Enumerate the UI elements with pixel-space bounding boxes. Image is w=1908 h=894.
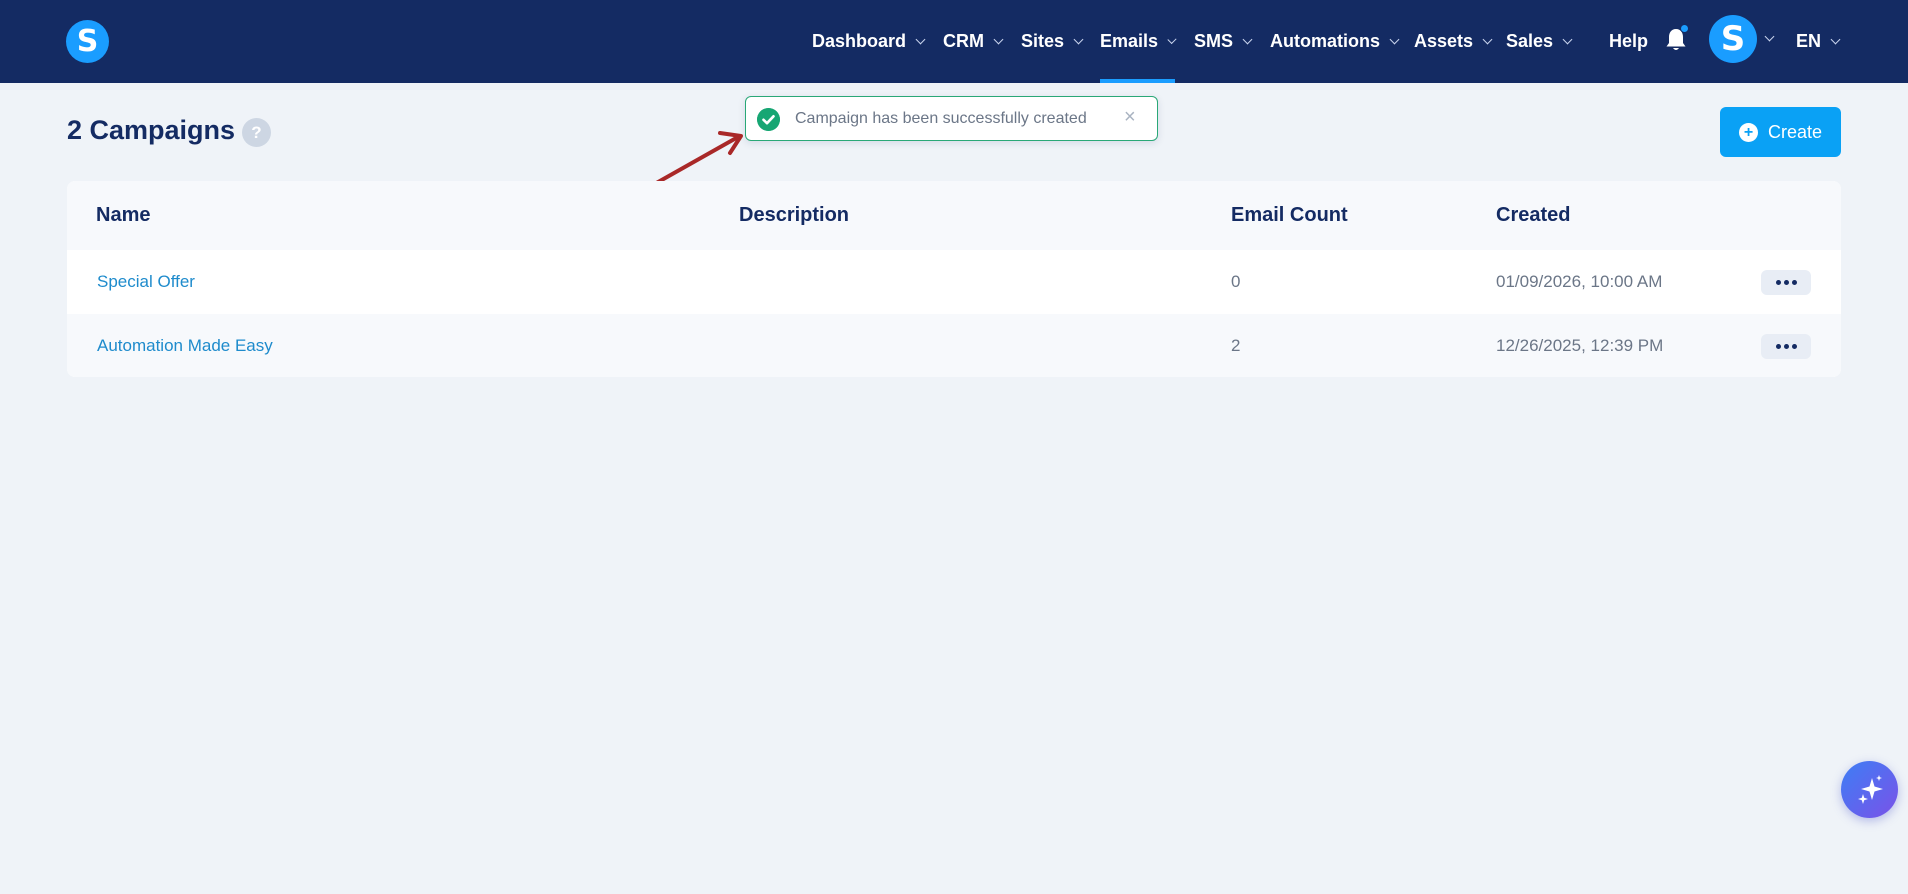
ellipsis-dot	[1775, 344, 1781, 349]
nav-sms-label: SMS	[1194, 31, 1234, 51]
chevron-down-icon	[1482, 34, 1493, 44]
table-header: Name Description Email Count Created	[67, 181, 1841, 250]
chevron-down-icon	[1167, 34, 1177, 44]
nav-automations-label: Automations	[1270, 31, 1380, 51]
nav-sales[interactable]: Sales	[1506, 0, 1573, 83]
campaign-email-count: 2	[1231, 336, 1241, 355]
create-button-label: Create	[1767, 121, 1823, 142]
check-circle-icon	[757, 108, 780, 131]
ellipsis-dot	[1783, 344, 1789, 349]
campaigns-table: Name Description Email Count Created Spe…	[67, 181, 1841, 377]
ellipsis-dot	[1783, 280, 1789, 285]
page-title: 2 Campaigns	[67, 115, 236, 145]
chevron-down-icon	[993, 34, 1004, 44]
nav-assets[interactable]: Assets	[1414, 0, 1493, 83]
success-toast: Campaign has been successfully created ×	[745, 96, 1158, 141]
chevron-down-icon	[1389, 34, 1400, 44]
column-header-created[interactable]: Created	[1496, 204, 1570, 227]
nav-sms[interactable]: SMS	[1194, 0, 1253, 83]
table-row[interactable]: Automation Made Easy 2 12/26/2025, 12:39…	[67, 314, 1841, 377]
table-row[interactable]: Special Offer 0 01/09/2026, 10:00 AM	[67, 250, 1841, 314]
more-actions-button[interactable]	[1761, 334, 1811, 359]
ellipsis-dot	[1775, 280, 1781, 285]
nav-dashboard[interactable]: Dashboard	[812, 0, 926, 83]
nav-help[interactable]: Help	[1609, 0, 1648, 83]
sparkles-icon	[1858, 775, 1883, 804]
nav-sites[interactable]: Sites	[1021, 0, 1084, 83]
language-label: EN	[1796, 31, 1822, 51]
nav-sales-label: Sales	[1506, 31, 1554, 51]
ellipsis-dot	[1791, 280, 1797, 285]
column-header-email-count[interactable]: Email Count	[1231, 204, 1348, 227]
nav-dashboard-label: Dashboard	[812, 31, 907, 51]
ellipsis-dot	[1791, 344, 1797, 349]
campaign-name-link[interactable]: Special Offer	[97, 272, 195, 292]
nav-emails-label: Emails	[1100, 31, 1159, 51]
language-selector[interactable]: EN	[1796, 0, 1841, 83]
plus-circle-icon: +	[1738, 122, 1758, 142]
nav-emails[interactable]: Emails	[1100, 0, 1177, 83]
top-navbar: S Dashboard CRM Sites Emails SMS Automat…	[0, 0, 1908, 83]
campaign-created: 12/26/2025, 12:39 PM	[1496, 336, 1664, 355]
campaign-name-link[interactable]: Automation Made Easy	[97, 336, 273, 356]
toast-message: Campaign has been successfully created	[795, 110, 1087, 127]
nav-help-label: Help	[1609, 31, 1649, 51]
nav-crm-label: CRM	[943, 31, 984, 51]
close-icon[interactable]: ×	[1124, 106, 1136, 129]
chevron-down-icon[interactable]	[1764, 31, 1775, 42]
app-logo[interactable]: S	[66, 20, 109, 63]
chevron-down-icon	[1073, 34, 1084, 44]
campaign-created: 01/09/2026, 10:00 AM	[1496, 272, 1663, 291]
chevron-down-icon	[1830, 34, 1841, 44]
help-icon[interactable]: ?	[242, 118, 271, 147]
chevron-down-icon	[915, 34, 926, 44]
more-actions-button[interactable]	[1761, 270, 1811, 295]
nav-crm[interactable]: CRM	[943, 0, 1004, 83]
column-header-name[interactable]: Name	[96, 204, 150, 227]
notification-dot	[1680, 24, 1689, 33]
ai-assistant-button[interactable]	[1841, 761, 1898, 818]
campaign-email-count: 0	[1231, 272, 1241, 291]
create-button[interactable]: + Create	[1720, 107, 1841, 157]
chevron-down-icon	[1242, 34, 1253, 44]
nav-sites-label: Sites	[1021, 31, 1065, 51]
nav-automations[interactable]: Automations	[1270, 0, 1400, 83]
column-header-description[interactable]: Description	[739, 204, 849, 227]
nav-assets-label: Assets	[1414, 31, 1474, 51]
chevron-down-icon	[1562, 34, 1573, 44]
avatar[interactable]: S	[1709, 15, 1757, 63]
